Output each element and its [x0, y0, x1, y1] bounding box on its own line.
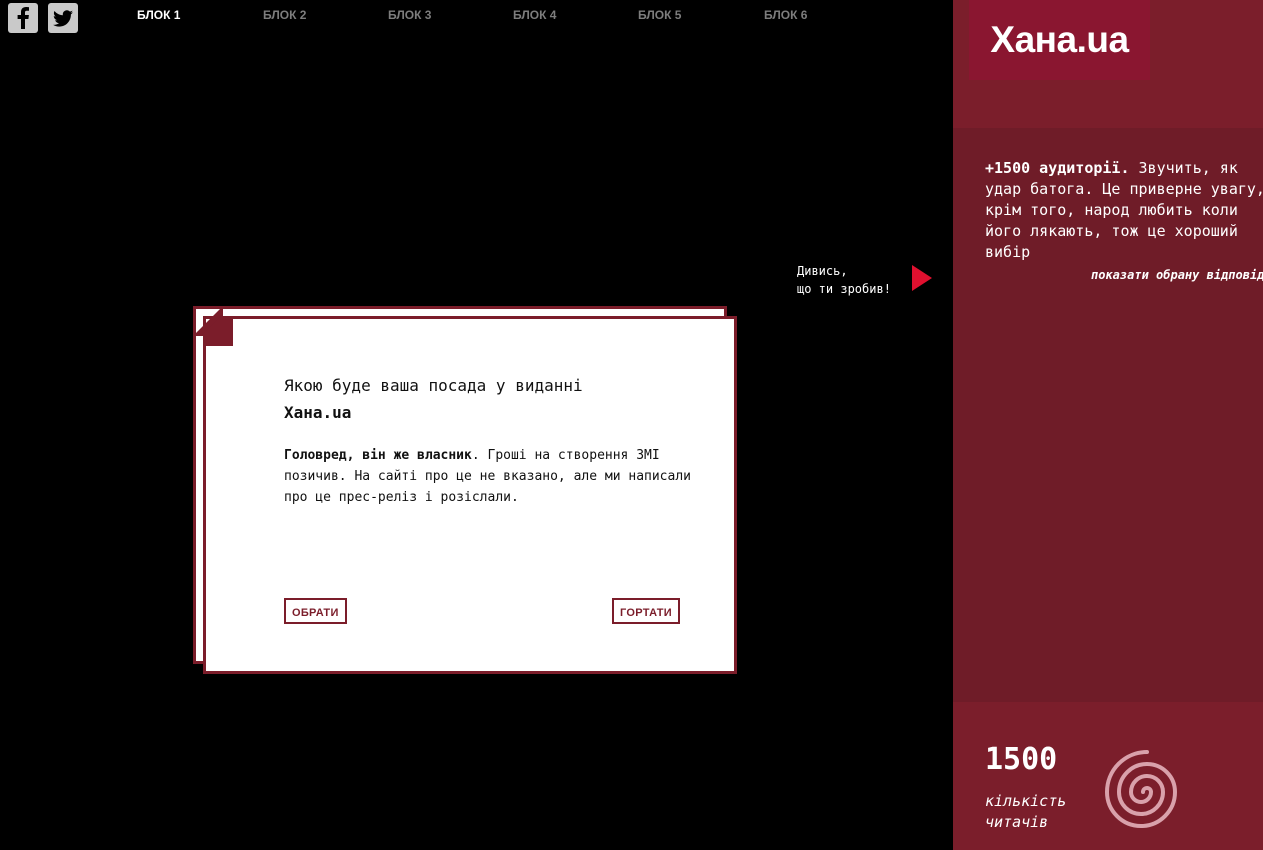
answer-text: Головред, він же власник. Гроші на створ…	[284, 445, 694, 508]
question-brand: Хана.ua	[284, 403, 352, 422]
site-logo[interactable]: Хана.ua	[969, 0, 1150, 80]
nav-block-5[interactable]: БЛОК 5	[638, 8, 681, 22]
question-prefix: Якою буде ваша посада у виданні	[284, 376, 583, 395]
nav-block-2[interactable]: БЛОК 2	[263, 8, 306, 22]
show-selected-answer-link[interactable]: показати обрану відповідь	[1091, 268, 1263, 282]
result-title: +1500 аудиторії.	[985, 159, 1130, 177]
result-text: +1500 аудиторії. Звучить, як удар батога…	[985, 158, 1263, 263]
question-text: Якою буде ваша посада у виданні Хана.ua	[284, 372, 664, 426]
hint-line-2: що ти зробив!	[797, 282, 891, 296]
answer-title: Головред, він же власник	[284, 448, 472, 463]
hint-line-1: Дивись,	[797, 264, 848, 278]
social-links	[8, 3, 78, 33]
nav-block-6[interactable]: БЛОК 6	[764, 8, 807, 22]
card-fold-corner	[193, 306, 233, 346]
arrow-right-icon	[912, 265, 932, 291]
spiral-icon	[1104, 750, 1178, 828]
readers-count: 1500	[985, 742, 1058, 777]
choose-button[interactable]: ОБРАТИ	[284, 598, 347, 624]
nav-block-4[interactable]: БЛОК 4	[513, 8, 556, 22]
facebook-icon[interactable]	[8, 3, 38, 33]
nav-block-1[interactable]: БЛОК 1	[137, 8, 180, 22]
nav-block-3[interactable]: БЛОК 3	[388, 8, 431, 22]
result-hint: Дивись, що ти зробив!	[797, 262, 907, 298]
twitter-icon[interactable]	[48, 3, 78, 33]
scroll-button[interactable]: ГОРТАТИ	[612, 598, 680, 624]
question-card: Якою буде ваша посада у виданні Хана.ua …	[203, 316, 737, 674]
results-panel: Хана.ua +1500 аудиторії. Звучить, як уда…	[953, 0, 1263, 850]
readers-label: кількість читачів	[985, 792, 1067, 831]
